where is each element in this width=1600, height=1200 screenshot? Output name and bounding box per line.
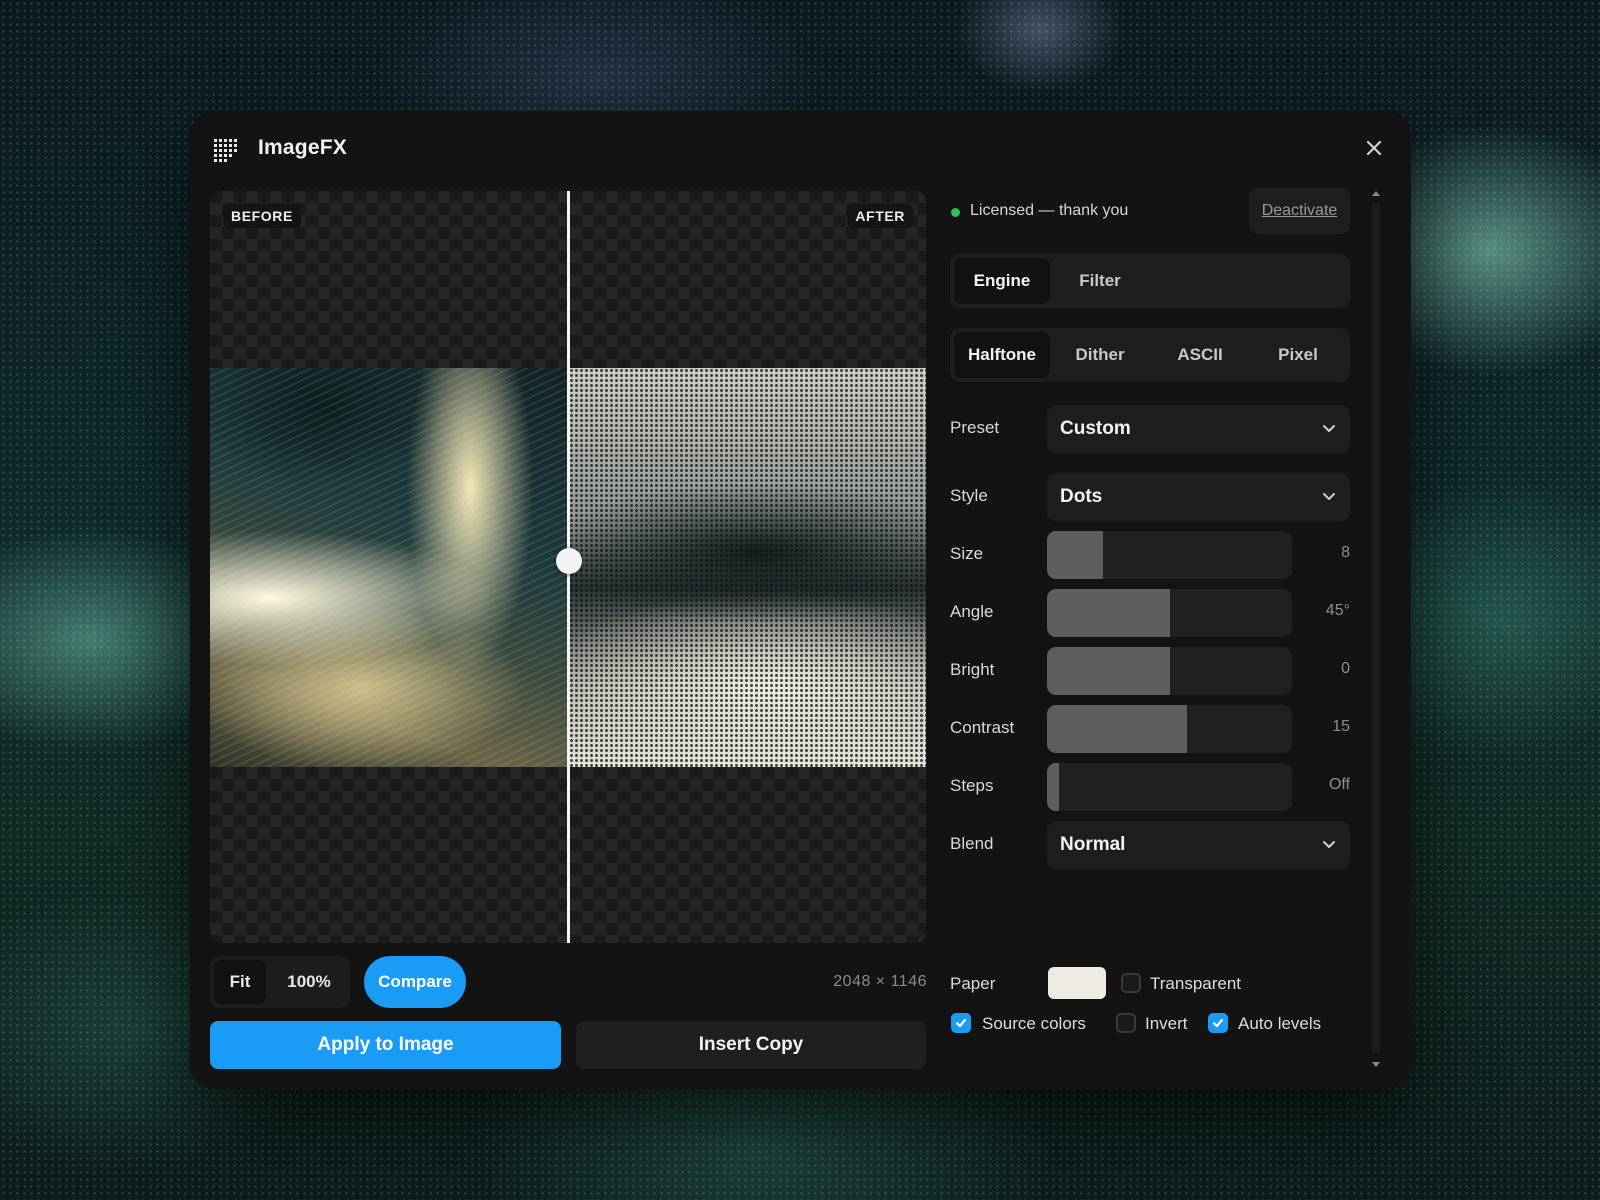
tab-filter[interactable]: Filter <box>1052 258 1148 304</box>
chevron-down-icon <box>1323 493 1335 500</box>
contrast-value: 15 <box>1332 718 1350 735</box>
source-colors-checkbox[interactable] <box>951 1013 971 1033</box>
before-label: BEFORE <box>223 204 301 228</box>
deactivate-button[interactable]: Deactivate <box>1249 188 1350 234</box>
auto-levels-checkbox[interactable] <box>1208 1013 1228 1033</box>
style-label: Style <box>950 486 988 505</box>
title-bar: ImageFX <box>190 111 1411 181</box>
insert-copy-button[interactable]: Insert Copy <box>576 1021 926 1069</box>
close-icon[interactable] <box>1365 139 1383 157</box>
size-slider[interactable] <box>1047 531 1292 579</box>
before-image <box>210 368 569 767</box>
license-status-text: Licensed — thank you <box>970 202 1129 219</box>
mode-ascii[interactable]: ASCII <box>1152 332 1248 378</box>
invert-checkbox[interactable] <box>1116 1013 1136 1033</box>
contrast-label: Contrast <box>950 718 1015 737</box>
after-image <box>569 368 926 767</box>
transparent-checkbox[interactable] <box>1121 973 1141 993</box>
blend-label: Blend <box>950 834 994 853</box>
steps-label: Steps <box>950 776 994 795</box>
image-preview[interactable]: BEFORE AFTER <box>210 191 926 943</box>
auto-levels-label: Auto levels <box>1238 1014 1322 1033</box>
preset-select[interactable]: Custom <box>1047 405 1350 453</box>
invert-label: Invert <box>1145 1014 1188 1033</box>
zoom-100-button[interactable]: 100% <box>272 960 346 1004</box>
bright-slider[interactable] <box>1047 647 1292 695</box>
steps-slider-fill <box>1047 763 1060 811</box>
checkmark-icon <box>1212 1018 1224 1028</box>
preset-label: Preset <box>950 418 1000 437</box>
imagefx-window: ImageFX BEFORE AFTER Fit 100% Compare 20… <box>190 111 1411 1089</box>
license-status-dot <box>951 208 960 217</box>
compare-button[interactable]: Compare <box>364 956 466 1008</box>
contrast-slider[interactable] <box>1047 705 1292 753</box>
tab-engine[interactable]: Engine <box>954 258 1050 304</box>
mode-pixel[interactable]: Pixel <box>1250 332 1346 378</box>
mode-halftone[interactable]: Halftone <box>954 332 1050 378</box>
panel-tabs: Engine Filter <box>950 254 1350 308</box>
contrast-slider-fill <box>1047 705 1187 753</box>
style-value: Dots <box>1060 486 1103 507</box>
paper-label: Paper <box>950 974 996 993</box>
bright-label: Bright <box>950 660 995 679</box>
app-title: ImageFX <box>258 136 347 159</box>
zoom-controls: Fit 100% <box>210 956 350 1008</box>
license-status: Licensed — thank you Deactivate <box>950 187 1350 235</box>
transparent-label: Transparent <box>1150 974 1242 993</box>
angle-slider[interactable] <box>1047 589 1292 637</box>
panel-scrollbar[interactable] <box>1370 189 1382 1069</box>
size-label: Size <box>950 544 984 563</box>
preset-value: Custom <box>1060 418 1131 439</box>
checkmark-icon <box>955 1018 967 1028</box>
apply-to-image-button[interactable]: Apply to Image <box>210 1021 561 1069</box>
steps-slider[interactable] <box>1047 763 1292 811</box>
bright-slider-fill <box>1047 647 1170 695</box>
zoom-fit-button[interactable]: Fit <box>214 960 266 1004</box>
after-label: AFTER <box>847 204 913 228</box>
mode-dither[interactable]: Dither <box>1052 332 1148 378</box>
steps-value: Off <box>1328 776 1350 793</box>
engine-mode-selector: Halftone Dither ASCII Pixel <box>950 328 1350 382</box>
bright-value: 0 <box>1341 660 1350 677</box>
image-dimensions: 2048 × 1146 <box>833 973 927 990</box>
source-colors-label: Source colors <box>982 1014 1086 1033</box>
scroll-track[interactable] <box>1372 203 1380 1053</box>
scroll-down-arrow-icon[interactable] <box>1371 1061 1381 1069</box>
grid-logo-icon <box>214 139 237 162</box>
compare-split-handle[interactable] <box>556 548 582 574</box>
size-value: 8 <box>1341 544 1350 561</box>
chevron-down-icon <box>1323 425 1335 432</box>
blend-select[interactable]: Normal <box>1047 821 1350 869</box>
style-select[interactable]: Dots <box>1047 473 1350 521</box>
scroll-up-arrow-icon[interactable] <box>1371 189 1381 197</box>
size-slider-fill <box>1047 531 1104 579</box>
angle-value: 45° <box>1325 602 1350 619</box>
settings-panel: Licensed — thank you Deactivate Engine F… <box>950 187 1350 1067</box>
chevron-down-icon <box>1323 841 1335 848</box>
angle-label: Angle <box>950 602 994 621</box>
blend-value: Normal <box>1060 834 1126 855</box>
paper-color-swatch[interactable] <box>1048 967 1106 999</box>
angle-slider-fill <box>1047 589 1170 637</box>
